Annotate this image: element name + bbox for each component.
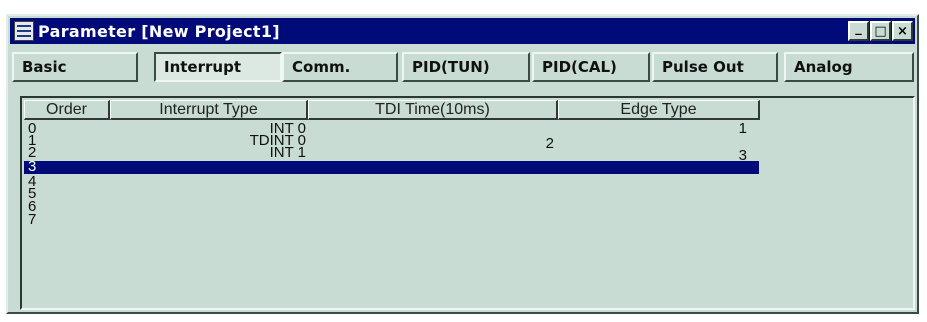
interrupt-table[interactable]: Order Interrupt Type TDI Time(10ms) Edge… xyxy=(20,96,915,310)
table-row[interactable]: 0 INT 0 1 xyxy=(24,120,759,137)
tab-pid-cal[interactable]: PID(CAL) xyxy=(532,52,650,82)
maximize-icon: □ xyxy=(874,23,887,39)
tab-interrupt[interactable]: Interrupt xyxy=(154,52,282,82)
column-header-interrupt-type[interactable]: Interrupt Type xyxy=(110,100,308,120)
table-row[interactable]: 5 xyxy=(24,186,759,201)
table-row[interactable]: 6 xyxy=(24,199,759,214)
tab-analog[interactable]: Analog xyxy=(784,52,914,82)
edge-type-cell: 1 xyxy=(738,120,747,137)
table-row[interactable]: 1 TDINT 0 2 xyxy=(24,133,759,151)
minimize-icon: _ xyxy=(855,20,862,36)
column-header-tdi-time[interactable]: TDI Time(10ms) xyxy=(308,100,558,120)
close-icon: × xyxy=(897,23,908,39)
order-cell: 7 xyxy=(28,211,37,228)
tab-label: PID(CAL) xyxy=(542,58,617,76)
table-row-selected[interactable]: 3 xyxy=(24,158,759,175)
close-button[interactable]: × xyxy=(892,21,913,41)
tab-comm[interactable]: Comm. xyxy=(282,52,398,82)
tab-pid-tun[interactable]: PID(TUN) xyxy=(402,52,530,82)
table-row[interactable]: 4 xyxy=(24,174,759,189)
maximize-button[interactable]: □ xyxy=(870,21,891,41)
tab-basic[interactable]: Basic xyxy=(12,52,138,82)
tab-pulse-out[interactable]: Pulse Out xyxy=(652,52,778,82)
minimize-button[interactable]: _ xyxy=(848,21,869,41)
tab-bar: Basic Interrupt Comm. PID(TUN) PID(CAL) … xyxy=(12,52,917,82)
window-title: Parameter [New Project1] xyxy=(38,21,280,41)
interrupt-type-cell: INT 1 xyxy=(269,144,306,161)
window-controls: _ □ × xyxy=(848,21,913,41)
title-bar[interactable]: Parameter [New Project1] _ □ × xyxy=(10,18,915,44)
tab-label: Comm. xyxy=(292,58,351,76)
tab-label: PID(TUN) xyxy=(412,58,490,76)
table-row[interactable]: 2 INT 1 3 xyxy=(24,144,759,163)
tab-label: Pulse Out xyxy=(662,58,744,76)
tab-label: Analog xyxy=(794,58,853,76)
order-cell: 3 xyxy=(28,158,37,175)
column-header-edge-type[interactable]: Edge Type xyxy=(558,100,760,120)
app-icon[interactable] xyxy=(14,21,34,41)
column-header-order[interactable]: Order xyxy=(24,100,110,120)
tab-label: Interrupt xyxy=(164,58,241,76)
table-row[interactable]: 7 xyxy=(24,211,759,228)
parameter-window: Parameter [New Project1] _ □ × Basic Int… xyxy=(6,14,919,314)
tab-label: Basic xyxy=(22,58,67,76)
